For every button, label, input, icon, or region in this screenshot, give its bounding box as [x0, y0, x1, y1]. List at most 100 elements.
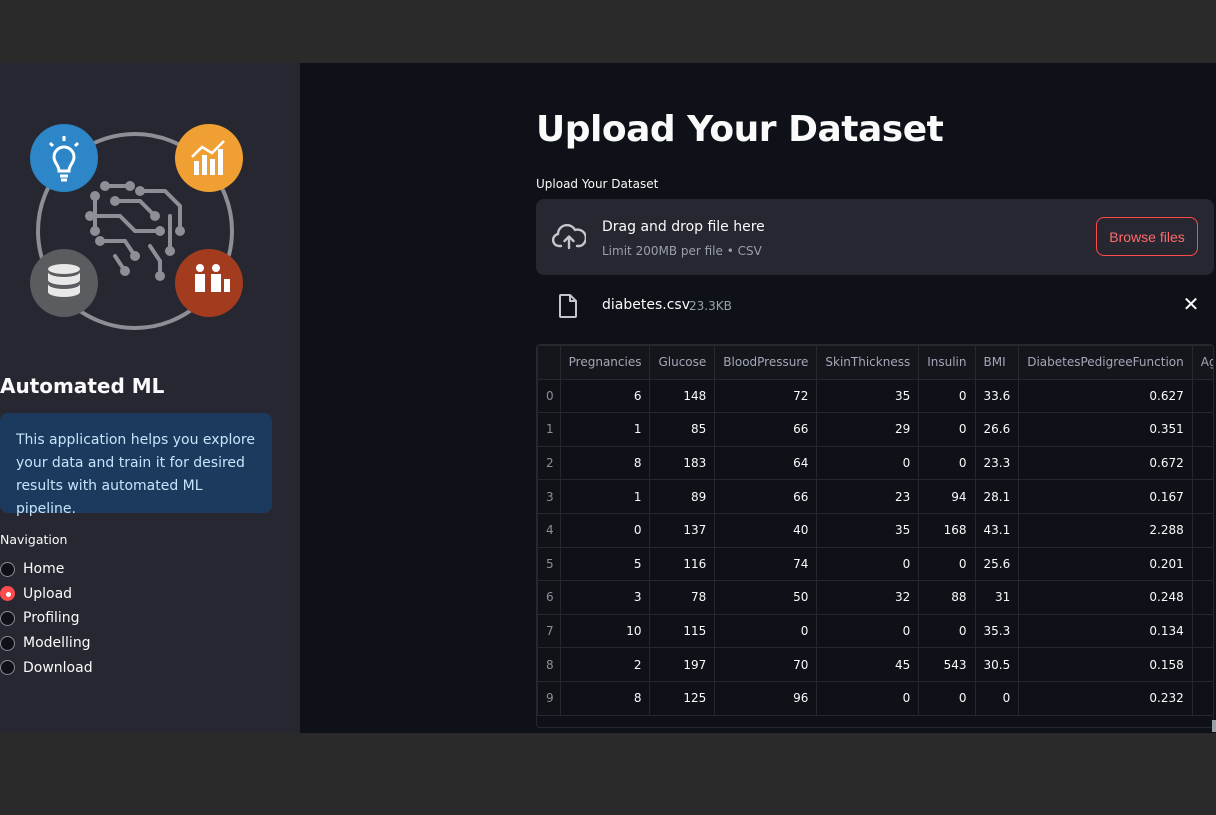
column-header[interactable]: Ag	[1191, 345, 1213, 380]
table-cell[interactable]: 72	[714, 378, 818, 414]
nav-option-upload[interactable]: Upload	[0, 582, 93, 607]
table-cell[interactable]: 8	[559, 680, 651, 716]
table-row[interactable]: 7 10 115 0 0 0 35.3 0.134	[537, 613, 1213, 649]
table-cell[interactable]: 43.1	[974, 512, 1020, 548]
table-cell[interactable]: 28.1	[974, 479, 1020, 514]
table-cell[interactable]: 0	[918, 613, 976, 649]
scrollbar-thumb[interactable]	[1212, 720, 1216, 732]
remove-file-close-icon[interactable]: ✕	[1180, 292, 1202, 316]
table-cell[interactable]: 23	[816, 479, 920, 514]
column-header[interactable]: SkinThickness	[816, 345, 920, 380]
table-cell[interactable]: 29	[816, 412, 920, 447]
table-cell[interactable]: 0.201	[1018, 546, 1193, 582]
browse-files-button[interactable]: Browse files	[1096, 217, 1198, 256]
table-cell[interactable]: 0	[816, 613, 920, 649]
column-header[interactable]: DiabetesPedigreeFunction	[1018, 345, 1193, 380]
file-dropzone[interactable]: Drag and drop file here Limit 200MB per …	[536, 199, 1214, 275]
table-cell[interactable]: 23.3	[974, 445, 1020, 481]
table-cell[interactable]: 0.134	[1018, 613, 1193, 649]
table-cell[interactable]: 32	[816, 580, 920, 615]
table-cell[interactable]: 89	[649, 479, 716, 514]
table-cell[interactable]: 0.351	[1018, 412, 1193, 447]
table-cell[interactable]: 2	[559, 647, 651, 682]
nav-option-profiling[interactable]: Profiling	[0, 606, 93, 631]
table-cell[interactable]: 183	[649, 445, 716, 481]
radio-button-selected-icon[interactable]	[0, 586, 15, 602]
radio-button-icon[interactable]	[0, 610, 15, 626]
row-index-cell[interactable]: 0	[537, 378, 561, 414]
table-cell[interactable]: 0	[918, 680, 976, 716]
table-cell[interactable]: 30.5	[974, 647, 1020, 682]
table-cell[interactable]: 543	[918, 647, 976, 682]
table-cell-truncated[interactable]	[1191, 647, 1213, 682]
table-cell[interactable]: 45	[816, 647, 920, 682]
table-cell[interactable]: 1	[559, 412, 651, 447]
table-cell[interactable]: 78	[649, 580, 716, 615]
table-cell-truncated[interactable]	[1191, 412, 1213, 447]
table-cell[interactable]: 35	[816, 512, 920, 548]
table-cell[interactable]: 148	[649, 378, 716, 414]
table-cell[interactable]: 0	[816, 445, 920, 481]
radio-button-icon[interactable]	[0, 635, 15, 651]
table-cell[interactable]: 35	[816, 378, 920, 414]
table-cell[interactable]: 1	[559, 479, 651, 514]
column-header[interactable]: BloodPressure	[714, 345, 818, 380]
table-cell[interactable]: 3	[559, 580, 651, 615]
table-cell[interactable]: 115	[649, 613, 716, 649]
table-cell[interactable]: 0.627	[1018, 378, 1193, 414]
table-cell[interactable]: 85	[649, 412, 716, 447]
table-cell[interactable]: 168	[918, 512, 976, 548]
table-cell[interactable]: 0	[816, 680, 920, 716]
column-header[interactable]: Pregnancies	[559, 345, 651, 380]
row-index-cell[interactable]: 6	[537, 580, 561, 615]
table-cell[interactable]: 96	[714, 680, 818, 716]
row-index-cell[interactable]: 4	[537, 512, 561, 548]
table-cell[interactable]: 40	[714, 512, 818, 548]
table-row[interactable]: 1 1 85 66 29 0 26.6 0.351	[537, 412, 1213, 447]
table-cell-truncated[interactable]	[1191, 680, 1213, 716]
row-index-cell[interactable]: 2	[537, 445, 561, 481]
table-cell[interactable]: 2.288	[1018, 512, 1193, 548]
row-index-cell[interactable]: 9	[537, 680, 561, 716]
nav-option-download[interactable]: Download	[0, 655, 93, 680]
table-cell[interactable]: 5	[559, 546, 651, 582]
table-cell-truncated[interactable]	[1191, 512, 1213, 548]
nav-option-home[interactable]: Home	[0, 557, 93, 582]
table-row[interactable]: 6 3 78 50 32 88 31 0.248	[537, 580, 1213, 615]
nav-option-modelling[interactable]: Modelling	[0, 631, 93, 656]
table-cell[interactable]: 0	[918, 546, 976, 582]
table-cell[interactable]: 31	[974, 580, 1020, 615]
table-cell[interactable]: 0	[816, 546, 920, 582]
table-cell[interactable]: 0.248	[1018, 580, 1193, 615]
table-cell[interactable]: 0.232	[1018, 680, 1193, 716]
table-cell-truncated[interactable]	[1191, 580, 1213, 615]
column-header[interactable]: BMI	[974, 345, 1020, 380]
table-cell[interactable]: 116	[649, 546, 716, 582]
table-row[interactable]: 8 2 197 70 45 543 30.5 0.158	[537, 647, 1213, 682]
table-cell[interactable]: 0	[918, 412, 976, 447]
column-header[interactable]: Glucose	[649, 345, 716, 380]
row-index-cell[interactable]: 5	[537, 546, 561, 582]
table-cell[interactable]: 94	[918, 479, 976, 514]
table-cell[interactable]: 0	[974, 680, 1020, 716]
table-cell[interactable]: 70	[714, 647, 818, 682]
table-row[interactable]: 3 1 89 66 23 94 28.1 0.167	[537, 479, 1213, 514]
table-cell[interactable]: 35.3	[974, 613, 1020, 649]
table-cell[interactable]: 137	[649, 512, 716, 548]
table-cell[interactable]: 0.167	[1018, 479, 1193, 514]
table-cell[interactable]: 74	[714, 546, 818, 582]
table-cell[interactable]: 0.158	[1018, 647, 1193, 682]
dataframe-grid[interactable]: Pregnancies Glucose BloodPressure SkinTh…	[536, 344, 1214, 728]
table-row[interactable]: 0 6 148 72 35 0 33.6 0.627	[537, 378, 1213, 414]
table-cell[interactable]: 33.6	[974, 378, 1020, 414]
table-cell[interactable]: 0.672	[1018, 445, 1193, 481]
table-cell[interactable]: 8	[559, 445, 651, 481]
table-cell[interactable]: 0	[918, 378, 976, 414]
table-cell[interactable]: 25.6	[974, 546, 1020, 582]
table-row[interactable]: 9 8 125 96 0 0 0 0.232	[537, 680, 1213, 716]
table-row[interactable]: 2 8 183 64 0 0 23.3 0.672	[537, 445, 1213, 481]
table-cell-truncated[interactable]	[1191, 445, 1213, 481]
table-cell[interactable]: 26.6	[974, 412, 1020, 447]
table-cell[interactable]: 0	[559, 512, 651, 548]
row-index-cell[interactable]: 8	[537, 647, 561, 682]
